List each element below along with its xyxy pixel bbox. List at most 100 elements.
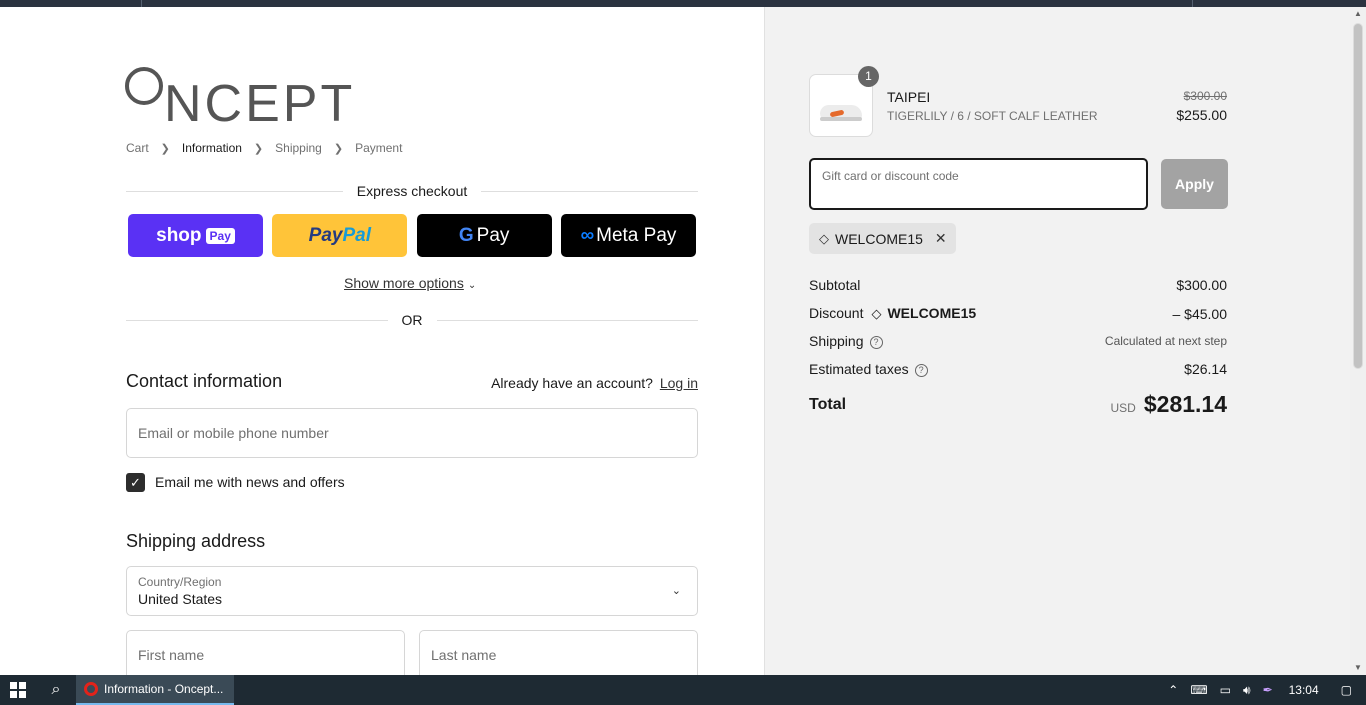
discount-value: – $45.00 (1172, 305, 1228, 322)
discount-label: Discount (809, 305, 864, 321)
show-more-options-link[interactable]: Show more options ⌄ (344, 275, 476, 291)
show-more-options-label: Show more options (344, 275, 464, 291)
login-link[interactable]: Log in (660, 375, 698, 391)
chevron-right-icon: ❯ (160, 142, 170, 155)
applied-discount-code: WELCOME15 (835, 230, 923, 247)
product-name: TAIPEI (887, 89, 931, 105)
search-icon[interactable]: ⌕ (38, 675, 74, 705)
shipping-value: Calculated at next step (1104, 334, 1227, 348)
pen-icon[interactable]: ✒ (1263, 683, 1273, 697)
last-name-field[interactable]: Last name (419, 630, 698, 675)
google-pay-label: Pay (476, 224, 510, 246)
subtotal-row: Subtotal $300.00 (809, 277, 1227, 293)
express-buttons: shop Pay Pay Pal G Pay ∞ Meta Pay (128, 214, 696, 257)
quantity-badge: 1 (858, 66, 879, 87)
email-field[interactable]: Email or mobile phone number (126, 408, 698, 458)
account-text: Already have an account? (491, 375, 653, 391)
apply-button[interactable]: Apply (1161, 159, 1228, 209)
product-image: 1 (809, 66, 879, 137)
meta-infinity-icon: ∞ (580, 224, 595, 246)
discount-code-input[interactable]: Gift card or discount code (809, 158, 1148, 210)
paypal-button[interactable]: Pay Pal (272, 214, 408, 257)
discount-row-code: WELCOME15 (887, 305, 977, 321)
breadcrumb-information: Information (181, 141, 242, 155)
clock[interactable]: 13:04 (1289, 683, 1319, 697)
total-label: Total (809, 395, 847, 413)
scrollbar-thumb[interactable] (1353, 23, 1363, 369)
page-scrollbar[interactable]: ▲ ▼ (1350, 7, 1366, 675)
shop-pay-box: Pay (205, 227, 235, 244)
country-label: Country/Region (138, 575, 222, 589)
total-value: $281.14 (1143, 391, 1227, 417)
google-pay-button[interactable]: G Pay (416, 214, 552, 257)
checkout-form-panel: NCEPT Cart ❯ Information ❯ Shipping ❯ Pa… (0, 7, 764, 675)
country-value: United States (138, 591, 223, 607)
product-variant: TIGERLILY / 6 / SOFT CALF LEATHER (887, 109, 1098, 123)
chevron-down-icon: ⌄ (467, 280, 477, 291)
opera-icon (84, 682, 98, 696)
taxes-label: Estimated taxes (809, 361, 909, 377)
shipping-row: Shipping? Calculated at next step (809, 333, 1227, 349)
taskbar-window-title: Information - Oncept... (104, 682, 224, 696)
newsletter-checkbox[interactable]: ✓ (126, 473, 145, 492)
remove-discount-icon[interactable]: ✕ (935, 230, 947, 247)
tag-icon: ◇ (871, 306, 882, 321)
account-prompt: Already have an account? Log in (491, 375, 698, 391)
taxes-value: $26.14 (1184, 361, 1227, 377)
country-select[interactable]: Country/Region United States ⌄ (126, 566, 698, 616)
scroll-up-icon[interactable]: ▲ (1350, 7, 1366, 21)
chevron-right-icon: ❯ (253, 142, 264, 155)
store-logo[interactable]: NCEPT (125, 63, 356, 133)
shipping-heading: Shipping address (126, 531, 266, 551)
help-icon[interactable]: ? (914, 363, 928, 377)
subtotal-label: Subtotal (809, 277, 861, 293)
subtotal-value: $300.00 (1176, 277, 1227, 293)
browser-top-strip (0, 0, 1366, 7)
windows-taskbar: ⌕ Information - Oncept... ⌃ ⌨ ▭ 🔊︎ ✒ 13:… (0, 675, 1366, 705)
contact-heading: Contact information (126, 371, 283, 391)
scroll-down-icon[interactable]: ▼ (1350, 661, 1366, 675)
shop-pay-button[interactable]: shop Pay (128, 214, 263, 257)
first-name-placeholder: First name (138, 647, 205, 663)
applied-discount-tag: ◇ WELCOME15 ✕ (809, 223, 956, 254)
first-name-field[interactable]: First name (126, 630, 405, 675)
breadcrumb-cart[interactable]: Cart (126, 141, 149, 155)
volume-icon[interactable]: 🔊︎ (1243, 683, 1251, 698)
shoe-sole (820, 117, 862, 121)
chevron-right-icon: ❯ (333, 142, 344, 155)
total-currency: USD (1110, 401, 1136, 415)
discount-placeholder: Gift card or discount code (822, 169, 959, 183)
breadcrumb: Cart ❯ Information ❯ Shipping ❯ Payment (126, 141, 402, 155)
product-original-price: $300.00 (1183, 89, 1227, 103)
taxes-row: Estimated taxes? $26.14 (809, 361, 1227, 377)
help-icon[interactable]: ? (869, 335, 883, 349)
paypal-logo-pal: Pal (342, 224, 371, 246)
discount-row: Discount ◇ WELCOME15 – $45.00 (809, 305, 1227, 322)
breadcrumb-shipping: Shipping (275, 141, 322, 155)
start-button[interactable] (0, 675, 36, 705)
email-placeholder: Email or mobile phone number (138, 425, 329, 441)
breadcrumb-payment: Payment (355, 141, 403, 155)
shop-pay-logo: shop (156, 224, 202, 246)
network-icon[interactable]: ▭ (1220, 683, 1231, 697)
express-checkout-divider: Express checkout (126, 183, 698, 199)
product-price: $255.00 (1176, 107, 1227, 123)
shipping-label: Shipping (809, 333, 864, 349)
tag-icon: ◇ (819, 230, 829, 246)
meta-pay-button[interactable]: ∞ Meta Pay (560, 214, 696, 257)
express-checkout-label: Express checkout (356, 183, 468, 199)
chevron-down-icon: ⌄ (671, 585, 681, 597)
system-tray: ⌃ ⌨ ▭ 🔊︎ ✒ 13:04 ▢ (1162, 675, 1366, 705)
keyboard-icon[interactable]: ⌨ (1190, 683, 1207, 697)
taskbar-browser-window[interactable]: Information - Oncept... (76, 675, 234, 705)
chevron-up-icon[interactable]: ⌃ (1168, 683, 1178, 697)
windows-logo-icon (10, 682, 26, 698)
logo-o-mark (125, 67, 163, 105)
paypal-logo-pay: Pay (308, 224, 343, 246)
meta-pay-label: Meta Pay (596, 224, 677, 246)
google-g-icon: G (458, 224, 474, 246)
logo-text: NCEPT (164, 75, 356, 133)
notifications-icon[interactable]: ▢ (1341, 683, 1352, 697)
or-label: OR (401, 312, 423, 328)
total-row: Total USD $281.14 (809, 391, 1227, 418)
